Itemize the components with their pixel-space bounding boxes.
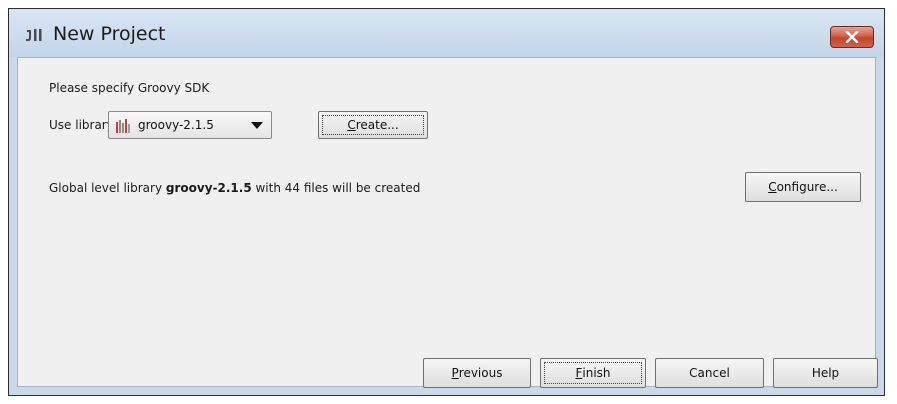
title-bar[interactable]: New Project bbox=[9, 9, 884, 57]
chevron-down-icon bbox=[251, 122, 263, 129]
create-button[interactable]: Create... bbox=[318, 111, 428, 139]
window-title: New Project bbox=[53, 23, 166, 45]
dialog-content: Please specify Groovy SDK Use library gr… bbox=[17, 57, 878, 388]
previous-button[interactable]: Previous bbox=[423, 358, 531, 388]
library-dropdown-value: groovy-2.1.5 bbox=[138, 118, 214, 132]
finish-button[interactable]: Finish bbox=[540, 358, 646, 388]
use-library-label: Use library bbox=[49, 118, 114, 132]
intellij-app-icon bbox=[26, 29, 42, 41]
library-name: groovy-2.1.5 bbox=[165, 181, 252, 195]
new-project-dialog: New Project Please specify Groovy SDK Us… bbox=[8, 8, 885, 396]
configure-button[interactable]: Configure... bbox=[745, 172, 861, 202]
help-button[interactable]: Help bbox=[773, 358, 878, 388]
library-dropdown[interactable]: groovy-2.1.5 bbox=[108, 111, 272, 139]
sdk-heading: Please specify Groovy SDK bbox=[49, 81, 210, 95]
library-info-text: Global level library groovy-2.1.5 with 4… bbox=[49, 181, 421, 195]
library-icon bbox=[116, 119, 130, 133]
cancel-button[interactable]: Cancel bbox=[655, 358, 764, 388]
close-button[interactable] bbox=[830, 26, 874, 48]
close-icon bbox=[845, 31, 859, 43]
